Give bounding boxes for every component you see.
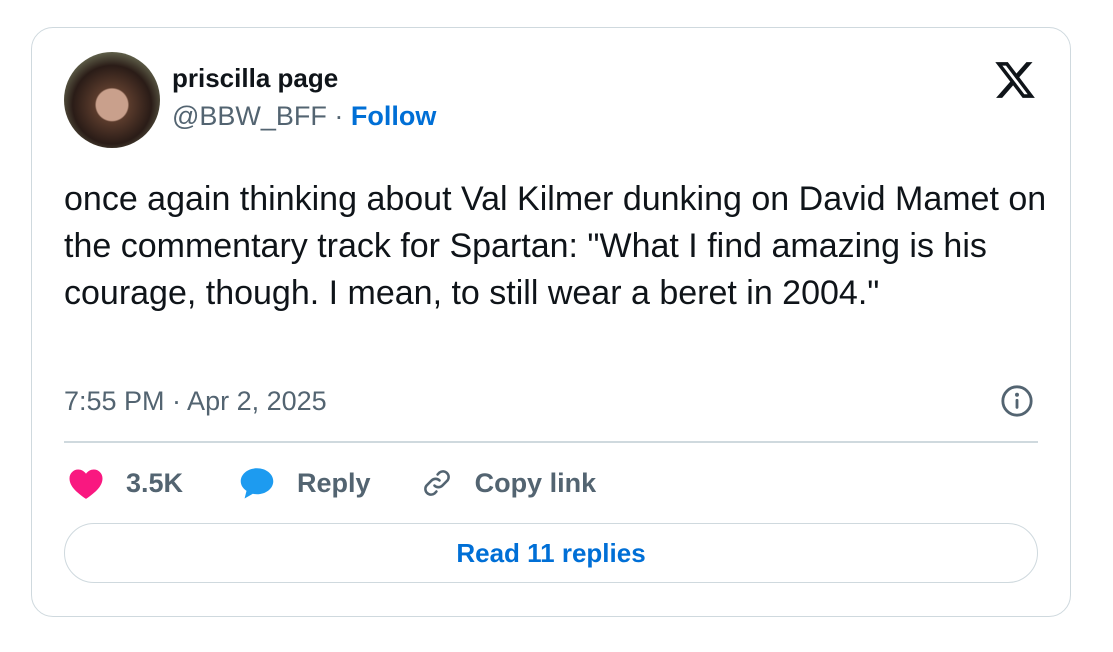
like-count: 3.5K: [126, 467, 184, 498]
avatar[interactable]: [64, 52, 160, 148]
follow-button[interactable]: Follow: [351, 101, 436, 131]
copy-link-button[interactable]: Copy link: [419, 466, 597, 500]
link-icon: [423, 470, 450, 496]
tweet-text: once again thinking about Val Kilmer dun…: [64, 180, 1047, 312]
tweet-card: priscilla page @BBW_BFF · Follow once ag…: [31, 27, 1071, 617]
info-icon[interactable]: [1000, 384, 1034, 418]
handle-row: @BBW_BFF · Follow: [172, 100, 436, 132]
action-bar: 3.5K Reply Copy link: [68, 462, 596, 504]
user-handle[interactable]: @BBW_BFF: [172, 101, 327, 131]
reply-button[interactable]: Reply: [239, 466, 371, 500]
like-button[interactable]: 3.5K: [68, 466, 183, 500]
display-name[interactable]: priscilla page: [172, 62, 436, 94]
reply-label: Reply: [297, 467, 371, 498]
speech-bubble-icon: [240, 468, 274, 499]
divider: [64, 441, 1038, 443]
read-replies-button[interactable]: Read 11 replies: [64, 523, 1038, 583]
timestamp[interactable]: 7:55 PM · Apr 2, 2025: [64, 385, 327, 417]
x-logo-icon[interactable]: [992, 58, 1038, 102]
handle-separator: ·: [326, 101, 351, 131]
heart-icon: [69, 469, 103, 499]
copy-link-label: Copy link: [474, 467, 597, 498]
author-info: priscilla page @BBW_BFF · Follow: [172, 62, 436, 132]
